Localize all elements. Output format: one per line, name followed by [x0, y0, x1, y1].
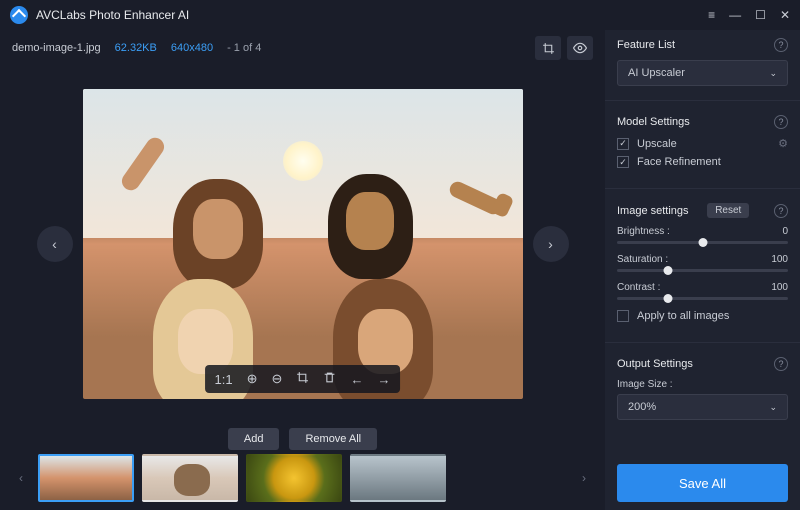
file-dimensions: 640x480 — [171, 42, 213, 54]
remove-all-button[interactable]: Remove All — [289, 428, 377, 450]
feature-list-title: Feature List — [617, 39, 675, 51]
apply-all-checkbox[interactable] — [617, 310, 629, 322]
upscale-label: Upscale — [637, 138, 677, 150]
main-panel: demo-image-1.jpg 62.32KB 640x480 - 1 of … — [0, 30, 605, 510]
thumbnail-actions: Add Remove All — [12, 428, 593, 450]
file-index: - 1 of 4 — [227, 42, 261, 54]
image-size-select[interactable]: 200% ⌄ — [617, 394, 788, 420]
preview-eye-icon[interactable] — [567, 36, 593, 60]
file-info-bar: demo-image-1.jpg 62.32KB 640x480 - 1 of … — [12, 36, 593, 60]
saturation-label: Saturation : — [617, 254, 668, 265]
zoom-in-icon[interactable]: ⊕ — [247, 371, 258, 387]
contrast-value: 100 — [771, 282, 788, 293]
help-icon[interactable]: ? — [774, 204, 788, 218]
thumbnail-4[interactable] — [350, 454, 446, 502]
thumbnail-3[interactable] — [246, 454, 342, 502]
face-refine-checkbox[interactable]: ✓ — [617, 156, 629, 168]
undo-icon[interactable]: ← — [350, 372, 363, 387]
zoom-out-icon[interactable]: ⊖ — [272, 371, 283, 387]
help-icon[interactable]: ? — [774, 115, 788, 129]
brightness-slider[interactable] — [617, 241, 788, 244]
chevron-down-icon: ⌄ — [769, 68, 777, 79]
crop-tool-icon[interactable] — [296, 371, 309, 387]
image-size-label: Image Size : — [617, 379, 788, 390]
brightness-label: Brightness : — [617, 226, 670, 237]
image-settings-panel: Image settings Reset ? Brightness : 0 Sa… — [617, 203, 788, 328]
feature-list-panel: Feature List ? AI Upscaler ⌄ — [617, 38, 788, 86]
reset-button[interactable]: Reset — [707, 203, 749, 218]
output-settings-title: Output Settings — [617, 358, 693, 370]
app-title: AVCLabs Photo Enhancer AI — [36, 8, 708, 22]
window-controls: ≡ — ☐ ✕ — [708, 8, 790, 22]
contrast-slider[interactable] — [617, 297, 788, 300]
thumbnail-2[interactable] — [142, 454, 238, 502]
image-toolbar: 1:1 ⊕ ⊖ ← → — [205, 365, 401, 393]
thumb-prev-button[interactable]: ‹ — [12, 454, 30, 502]
output-settings-panel: Output Settings ? Image Size : 200% ⌄ — [617, 357, 788, 420]
upscale-checkbox[interactable]: ✓ — [617, 138, 629, 150]
apply-all-label: Apply to all images — [637, 310, 729, 322]
image-size-value: 200% — [628, 401, 656, 413]
brightness-value: 0 — [782, 226, 788, 237]
prev-image-button[interactable]: ‹ — [37, 226, 73, 262]
maximize-icon[interactable]: ☐ — [755, 8, 766, 22]
minimize-icon[interactable]: — — [729, 8, 741, 22]
feature-selected-value: AI Upscaler — [628, 67, 685, 79]
add-button[interactable]: Add — [228, 428, 280, 450]
help-icon[interactable]: ? — [774, 38, 788, 52]
titlebar: AVCLabs Photo Enhancer AI ≡ — ☐ ✕ — [0, 0, 800, 30]
menu-icon[interactable]: ≡ — [708, 8, 715, 22]
close-icon[interactable]: ✕ — [780, 8, 790, 22]
contrast-label: Contrast : — [617, 282, 660, 293]
model-settings-title: Model Settings — [617, 116, 690, 128]
feature-select[interactable]: AI Upscaler ⌄ — [617, 60, 788, 86]
file-size: 62.32KB — [115, 42, 157, 54]
redo-icon[interactable]: → — [377, 372, 390, 387]
zoom-ratio-button[interactable]: 1:1 — [215, 372, 233, 387]
model-settings-panel: Model Settings ? ✓ Upscale ⚙ ✓ Face Refi… — [617, 115, 788, 174]
thumbnail-1[interactable] — [38, 454, 134, 502]
delete-icon[interactable] — [323, 371, 336, 387]
chevron-down-icon: ⌄ — [769, 402, 777, 413]
save-all-button[interactable]: Save All — [617, 464, 788, 502]
face-refine-label: Face Refinement — [637, 156, 721, 168]
saturation-value: 100 — [771, 254, 788, 265]
image-settings-title: Image settings — [617, 205, 689, 217]
sidebar: Feature List ? AI Upscaler ⌄ Model Setti… — [605, 30, 800, 510]
thumb-next-button[interactable]: › — [575, 454, 593, 502]
file-name: demo-image-1.jpg — [12, 42, 101, 54]
thumbnail-strip: ‹ › — [12, 454, 593, 502]
app-logo-icon — [10, 6, 28, 24]
image-viewer: ‹ 1:1 ⊕ ⊖ ← — [12, 66, 593, 422]
crop-icon[interactable] — [535, 36, 561, 60]
saturation-slider[interactable] — [617, 269, 788, 272]
next-image-button[interactable]: › — [533, 226, 569, 262]
gear-icon[interactable]: ⚙ — [778, 137, 788, 150]
preview-image: 1:1 ⊕ ⊖ ← → — [83, 89, 523, 399]
help-icon[interactable]: ? — [774, 357, 788, 371]
